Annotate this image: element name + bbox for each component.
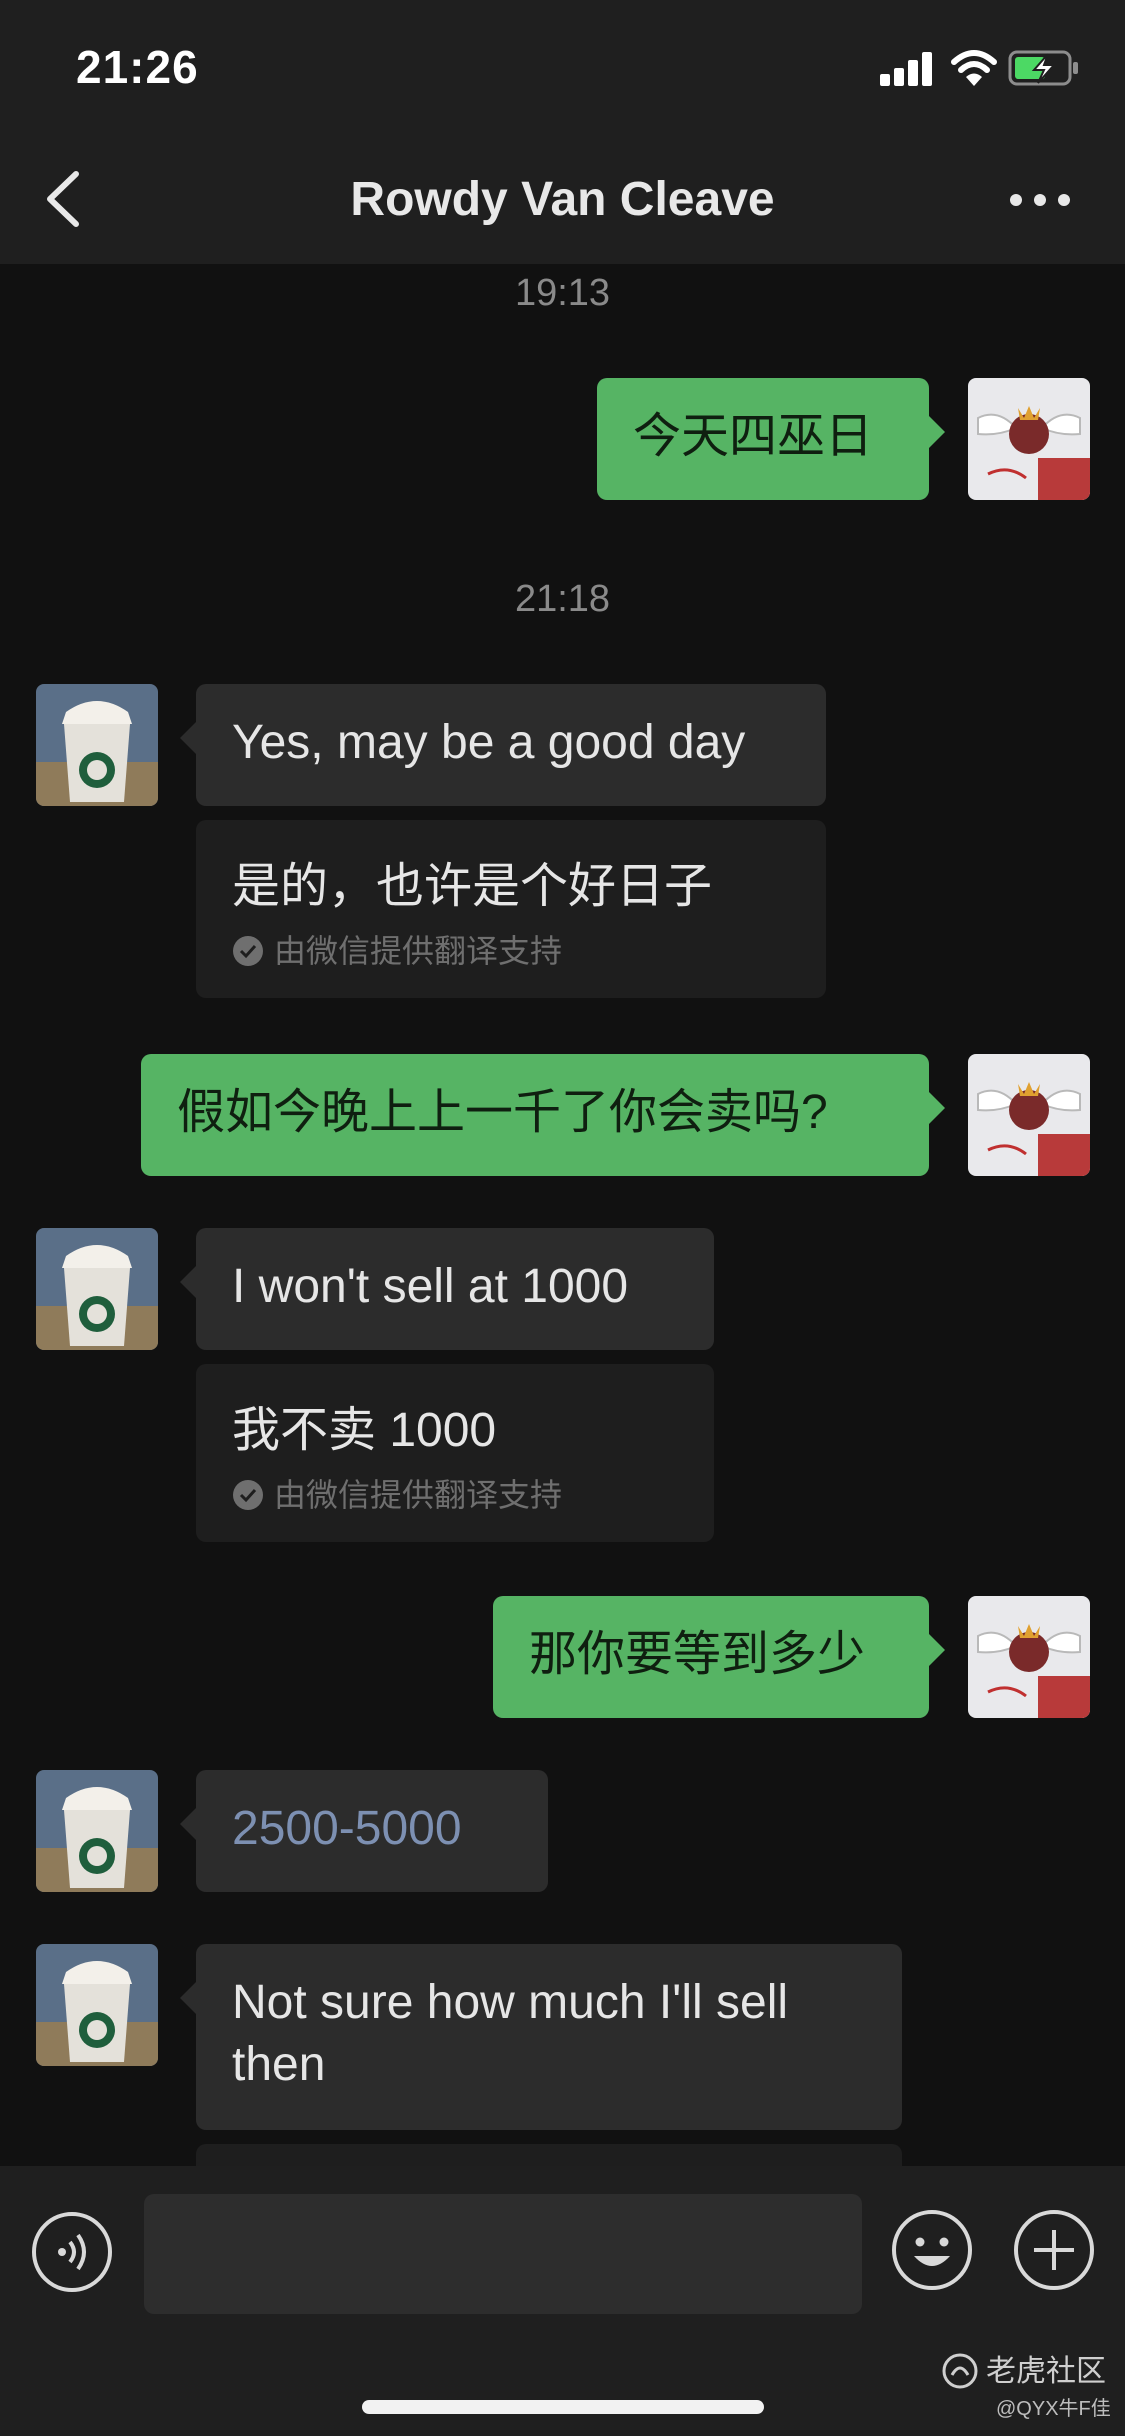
message-bubble-outgoing[interactable]: 今天四巫日 [597, 378, 945, 500]
contact-avatar[interactable] [36, 684, 158, 806]
translation-credit: 由微信提供翻译支持 [232, 1470, 562, 1516]
navigation-bar: Rowdy Van Cleave [0, 136, 1125, 264]
timestamp: 19:13 [514, 272, 611, 314]
message-text: 今天四巫日 [633, 410, 874, 463]
translation-credit: 由微信提供翻译支持 [232, 926, 562, 972]
back-chevron-icon[interactable] [36, 166, 96, 232]
watermark-brand: 老虎社区 [986, 2355, 1106, 2388]
message-list[interactable]: 19:13 今天四巫日 21:18 Yes, may be a good day… [0, 264, 1125, 2166]
message-bubble-incoming[interactable]: 2500-5000 [180, 1770, 548, 1892]
check-circle-icon [233, 1480, 263, 1510]
message-text: Not sure how much I'll sell then [232, 1976, 789, 2091]
translation-credit-text: 由微信提供翻译支持 [274, 1477, 563, 1513]
message-text: I won't sell at 1000 [232, 1260, 629, 1313]
translation-credit-text: 由微信提供翻译支持 [274, 933, 563, 969]
translation-card[interactable]: 是的，也许是个好日子 由微信提供翻译支持 [196, 820, 826, 998]
message-input[interactable] [144, 2194, 862, 2314]
plus-circle-icon[interactable] [1012, 2208, 1096, 2292]
message-bubble-incoming[interactable]: I won't sell at 1000 [180, 1228, 714, 1350]
bubble-tail [180, 722, 196, 754]
translated-text: 我不卖 1000 [232, 1404, 497, 1457]
voice-icon[interactable] [30, 2210, 114, 2294]
wifi-icon [951, 50, 997, 86]
check-circle-icon [233, 936, 263, 966]
bubble-tail [180, 1982, 196, 2014]
status-time: 21:26 [76, 41, 199, 93]
translated-text: 是的，也许是个好日子 [232, 860, 713, 913]
cellular-signal-icon [880, 52, 934, 86]
contact-avatar[interactable] [36, 1944, 158, 2066]
watermark-user: @QYX牛F佳 [996, 2398, 1111, 2420]
my-avatar[interactable] [968, 1054, 1090, 1176]
battery-charging-icon [1008, 50, 1078, 86]
translation-card[interactable] [196, 2144, 902, 2166]
translation-card[interactable]: 我不卖 1000 由微信提供翻译支持 [196, 1364, 714, 1542]
input-toolbar: 老虎社区 @QYX牛F佳 [0, 2166, 1125, 2436]
more-options-icon[interactable] [1010, 188, 1070, 212]
message-bubble-incoming[interactable]: Not sure how much I'll sell then [180, 1944, 902, 2130]
emoji-icon[interactable] [890, 2208, 974, 2292]
message-text: 假如今晚上上一千了你会卖吗? [177, 1086, 828, 1139]
message-bubble-incoming[interactable]: Yes, may be a good day [180, 684, 826, 806]
bubble-tail [929, 416, 945, 448]
bubble-tail [929, 1634, 945, 1666]
message-text: Yes, may be a good day [232, 716, 746, 769]
message-bubble-outgoing[interactable]: 假如今晚上上一千了你会卖吗? [141, 1054, 945, 1176]
home-indicator[interactable] [362, 2400, 764, 2414]
my-avatar[interactable] [968, 1596, 1090, 1718]
contact-avatar[interactable] [36, 1228, 158, 1350]
message-bubble-outgoing[interactable]: 那你要等到多少 [493, 1596, 945, 1718]
bubble-tail [180, 1266, 196, 1298]
chat-screen: 21:26 Rowdy Van Cleave 19:13 今天四巫日 21:18… [0, 0, 1125, 2436]
my-avatar[interactable] [968, 378, 1090, 500]
watermark-logo: 老虎社区 [940, 2346, 1106, 2391]
bubble-tail [929, 1092, 945, 1124]
timestamp: 21:18 [514, 578, 611, 620]
message-number-link[interactable]: 2500-5000 [232, 1798, 462, 1860]
message-text: 那你要等到多少 [529, 1628, 866, 1681]
bubble-tail [180, 1808, 196, 1840]
chat-title: Rowdy Van Cleave [350, 173, 775, 226]
status-bar: 21:26 [0, 0, 1125, 136]
tiger-community-logo-icon [942, 2353, 978, 2389]
contact-avatar[interactable] [36, 1770, 158, 1892]
